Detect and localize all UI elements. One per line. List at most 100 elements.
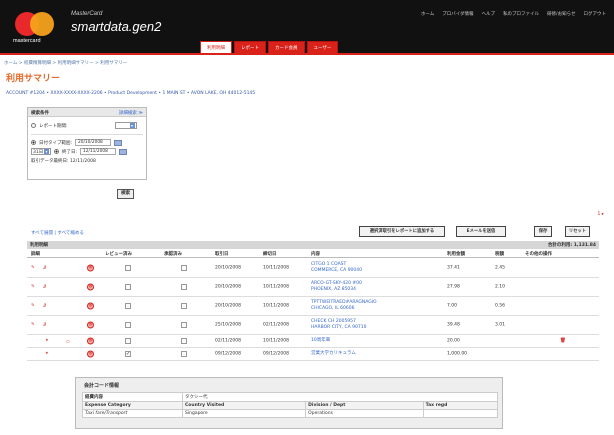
approved-checkbox[interactable] <box>181 284 187 290</box>
table-row[interactable]: ✦ ▭ ⊗ 02/11/2008 10/11/2008 10周年車 20.00 🗑 <box>27 335 599 348</box>
date-range-radio[interactable] <box>31 140 36 145</box>
col-detail[interactable]: 詳細 <box>31 251 40 257</box>
account-info: ACCOUNT #1204 • XXXX-XXXX-XXXX-2206 • Pr… <box>6 91 256 96</box>
merchant[interactable]: CHECK CH 2005957 HARBOR CITY, CA 90710 <box>311 319 367 331</box>
post-date: 10/11/2008 <box>263 303 289 309</box>
report-period-label: レポート期間: <box>39 123 68 129</box>
report-period-select[interactable]: ▾ <box>114 122 137 129</box>
top-link-logout[interactable]: ログアウト <box>584 11 607 17</box>
table-row[interactable]: ✎ ⅃ ⊗ 25/10/2008 02/11/2008 CHECK CH 2005957 H… <box>27 316 599 335</box>
reject-icon[interactable]: ⊗ <box>87 264 94 272</box>
save-button[interactable]: 保存 <box>534 226 552 237</box>
start-date-field[interactable]: 20/10/2008 <box>75 139 112 146</box>
end-date-radio[interactable] <box>54 149 59 154</box>
reject-icon[interactable]: ⊗ <box>87 321 94 329</box>
split-icon[interactable]: ⅃ <box>43 323 46 328</box>
chevron-down-icon: ▾ <box>44 149 49 154</box>
reject-icon[interactable]: ⊗ <box>87 337 94 345</box>
merchant[interactable]: ARCO-GT-SKY-420 #00 PHOENIX, AZ 85034 <box>311 281 362 293</box>
top-link-home[interactable]: ホーム <box>421 11 434 17</box>
post-date: 10/11/2008 <box>263 265 289 271</box>
txn-date: 20/10/2008 <box>215 303 241 309</box>
merchant[interactable]: TPTTWEITRAED#ARAGNAGIO CHICAGO, IL 60606 <box>311 300 377 312</box>
approved-checkbox[interactable] <box>181 322 187 328</box>
split-icon[interactable]: ⅃ <box>43 304 46 309</box>
reject-icon[interactable]: ⊗ <box>87 283 94 291</box>
table-row[interactable]: ✎ ⅃ ⊗ 20/10/2008 10/11/2008 TPTTWEITRAED#ARAG… <box>27 297 599 316</box>
pin-icon[interactable]: ✦ <box>45 339 49 344</box>
calendar-icon[interactable] <box>114 139 123 146</box>
top-link-help[interactable]: ヘルプ <box>482 11 496 17</box>
col-merchant[interactable]: 内容 <box>311 251 320 257</box>
edit-icon[interactable]: ✎ <box>31 323 35 328</box>
table-row[interactable]: ✎ ⅃ ⊗ 20/10/2008 10/11/2008 CITGO 1 COAST COMM… <box>27 259 599 278</box>
tax-regd-label: Tax regd <box>422 401 499 410</box>
receipt-icon[interactable]: ▭ <box>66 339 70 344</box>
pagination[interactable]: 1 ▸ <box>597 212 604 217</box>
col-reviewed[interactable]: レビュー済み <box>105 251 132 257</box>
approved-checkbox[interactable] <box>181 265 187 271</box>
tab-reports[interactable]: レポート <box>234 41 266 53</box>
expense-category-value[interactable]: Taxi fare/Transport <box>82 409 183 418</box>
division-value[interactable]: Operations <box>305 409 424 418</box>
edit-icon[interactable]: ✎ <box>31 285 35 290</box>
reviewed-checkbox[interactable] <box>125 303 131 309</box>
reviewed-checkbox[interactable] <box>125 322 131 328</box>
send-email-button[interactable]: Eメールを送信 <box>456 226 506 237</box>
tab-cardholders[interactable]: カード会員 <box>268 41 305 53</box>
approved-checkbox[interactable] <box>181 351 187 357</box>
approved-checkbox[interactable] <box>181 338 187 344</box>
reject-icon[interactable]: ⊗ <box>87 350 94 358</box>
table-row[interactable]: ✎ ⅃ ⊗ 20/10/2008 10/11/2008 ARCO-GT-SKY-420 #… <box>27 278 599 297</box>
table-title: 利用明細 <box>30 243 48 248</box>
col-approved[interactable]: 承認済み <box>164 251 182 257</box>
split-icon[interactable]: ⅃ <box>43 285 46 290</box>
top-link-training[interactable]: 研修/お知らせ <box>547 11 575 17</box>
reviewed-checkbox[interactable] <box>125 338 131 344</box>
merchant[interactable]: 営業大学カリキュラム <box>311 351 356 357</box>
edit-icon[interactable]: ✎ <box>31 266 35 271</box>
reviewed-checkbox[interactable] <box>125 265 131 271</box>
col-txn-date[interactable]: 取引日 <box>215 251 229 257</box>
tab-users[interactable]: ユーザー <box>306 41 339 53</box>
calendar-icon[interactable] <box>119 148 128 155</box>
txn-date: 20/10/2008 <box>215 284 241 290</box>
pin-icon[interactable]: ✦ <box>45 352 49 357</box>
division-label: Division / Dept <box>305 401 424 410</box>
approved-checkbox[interactable] <box>181 303 187 309</box>
search-button[interactable]: 検索 <box>117 189 134 199</box>
col-post-date[interactable]: 締切日 <box>263 251 277 257</box>
logo-text: mastercard <box>13 38 41 44</box>
end-date-field[interactable]: 12/11/2008 <box>80 148 117 155</box>
edit-icon[interactable]: ✎ <box>31 304 35 309</box>
expand-collapse-links[interactable]: すべて展開 | すべて縮める <box>31 230 84 236</box>
mastercard-logo[interactable]: mastercard <box>13 10 59 44</box>
country-visited-value[interactable]: Singapore <box>181 409 307 418</box>
col-tax[interactable]: 税額 <box>495 251 504 257</box>
merchant[interactable]: CITGO 1 COAST COMMERCE, CA 90040 <box>311 262 362 274</box>
merchant-line: COMMERCE, CA 90040 <box>311 268 363 273</box>
tab-transactions[interactable]: 利用明細 <box>200 41 232 53</box>
report-period-radio[interactable] <box>31 123 36 128</box>
col-amount[interactable]: 利用金額 <box>447 251 465 257</box>
breadcrumb[interactable]: ホーム > 経費精算明細 > 利用明細サマリー > 利用サマリー <box>4 60 127 66</box>
merchant[interactable]: 10周年車 <box>311 338 330 344</box>
reject-icon[interactable]: ⊗ <box>87 302 94 310</box>
advanced-search-link[interactable]: 詳細検索 ≫ <box>119 110 143 116</box>
reviewed-checkbox[interactable] <box>125 284 131 290</box>
tax: 0.56 <box>495 303 506 309</box>
table-row[interactable]: ✦ ⊗ ✓ 09/12/2008 09/12/2008 営業大学カリキュラム 1,000.0… <box>27 348 599 361</box>
col-other[interactable]: その他の操作 <box>525 251 552 257</box>
tax-regd-value[interactable] <box>422 409 499 418</box>
expense-content-value[interactable]: タクシー代 <box>182 392 498 402</box>
top-link-provider[interactable]: プロバイダ情報 <box>442 11 473 17</box>
reviewed-checkbox[interactable]: ✓ <box>125 351 131 357</box>
top-link-profile[interactable]: 私のプロファイル <box>503 11 539 17</box>
split-icon[interactable]: ⅃ <box>43 266 46 271</box>
days-select[interactable]: 31日 ▾ <box>31 148 51 155</box>
trash-icon[interactable]: 🗑 <box>560 339 566 344</box>
amount: 20.00 <box>447 338 460 344</box>
add-to-report-button[interactable]: 選択済取引をレポートに追加する <box>359 226 445 237</box>
reset-button[interactable]: リセット <box>565 226 590 237</box>
txn-date: 02/11/2008 <box>215 338 241 344</box>
